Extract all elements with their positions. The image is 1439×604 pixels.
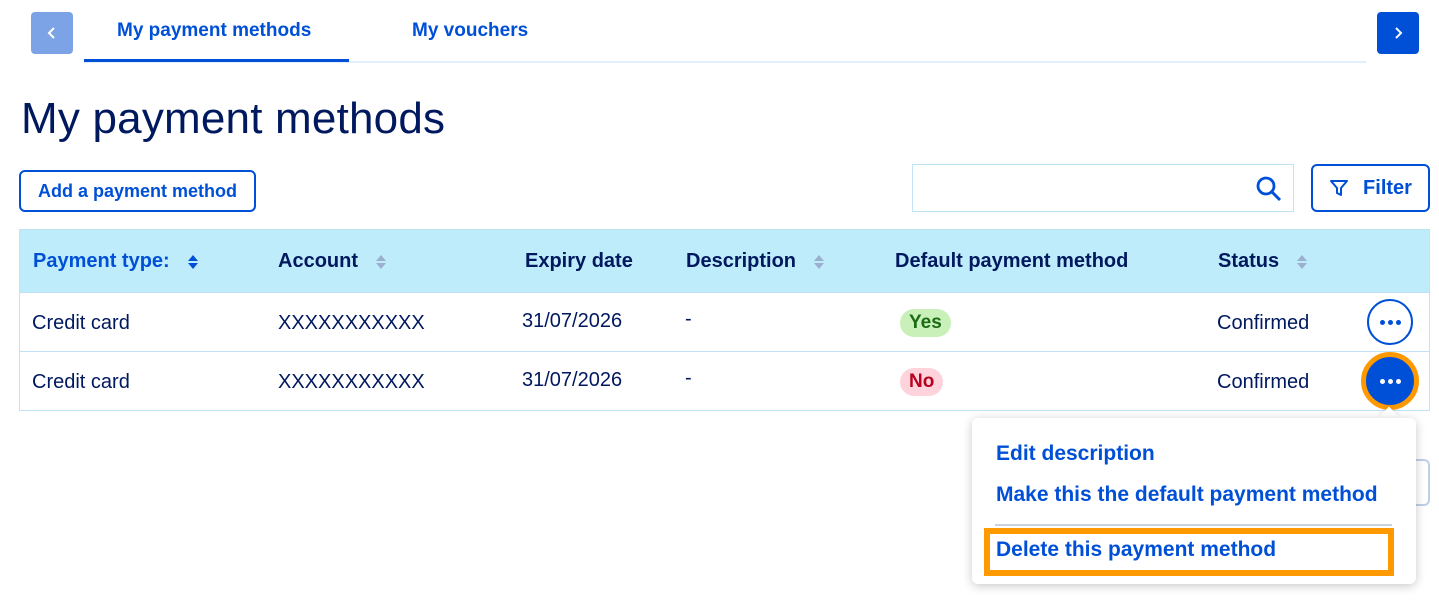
filter-icon bbox=[1330, 180, 1349, 196]
header-account-label: Account bbox=[278, 250, 358, 272]
header-account[interactable]: Account bbox=[278, 250, 386, 273]
header-status-label: Status bbox=[1218, 250, 1280, 272]
cell-description: - bbox=[685, 308, 692, 330]
search-icon[interactable] bbox=[1255, 175, 1283, 203]
cell-account: XXXXXXXXXXXX bbox=[278, 312, 425, 334]
cell-payment-type: Credit card bbox=[32, 312, 130, 334]
header-payment-type-label: Payment type: bbox=[33, 250, 170, 272]
more-icon bbox=[1379, 378, 1401, 384]
cell-status: Confirmed bbox=[1217, 312, 1310, 334]
menu-item-delete-payment-method[interactable]: Delete this payment method bbox=[996, 538, 1276, 562]
sort-icon bbox=[1297, 254, 1308, 269]
tabs-bar: My payment methods My vouchers bbox=[0, 0, 1439, 64]
sort-icon bbox=[814, 254, 825, 269]
default-badge-yes: Yes bbox=[900, 309, 951, 337]
cell-payment-type: Credit card bbox=[32, 371, 130, 393]
chevron-right-icon bbox=[1395, 27, 1403, 39]
sort-icon bbox=[187, 254, 198, 269]
header-description[interactable]: Description bbox=[686, 250, 825, 273]
row-actions-button[interactable] bbox=[1367, 299, 1413, 345]
menu-divider bbox=[995, 524, 1392, 526]
menu-item-make-default[interactable]: Make this the default payment method bbox=[996, 483, 1378, 507]
tab-my-vouchers[interactable]: My vouchers bbox=[412, 20, 528, 42]
more-icon bbox=[1379, 319, 1401, 325]
header-default-label: Default payment method bbox=[895, 250, 1129, 272]
menu-item-edit-description[interactable]: Edit description bbox=[996, 442, 1155, 466]
header-description-label: Description bbox=[686, 250, 797, 272]
search-input[interactable] bbox=[912, 164, 1294, 212]
filter-button[interactable]: Filter bbox=[1311, 164, 1430, 212]
header-expiry-label: Expiry date bbox=[525, 250, 633, 272]
pagination-edge bbox=[1414, 459, 1430, 506]
row-actions-menu: Edit description Make this the default p… bbox=[972, 418, 1416, 584]
header-expiry-date: Expiry date bbox=[525, 250, 633, 273]
cell-status: Confirmed bbox=[1217, 371, 1310, 393]
header-payment-type[interactable]: Payment type: bbox=[33, 250, 198, 273]
cell-expiry-date: 31/07/2026 bbox=[522, 310, 623, 332]
tab-my-payment-methods[interactable]: My payment methods bbox=[117, 20, 311, 42]
add-payment-method-button[interactable]: Add a payment method bbox=[19, 170, 256, 212]
header-default-payment-method: Default payment method bbox=[895, 250, 1128, 273]
default-badge-no: No bbox=[900, 368, 944, 396]
tabs-prev-button[interactable] bbox=[31, 12, 73, 54]
active-tab-indicator bbox=[84, 59, 349, 62]
table-header: Payment type: Account Expiry date Descri… bbox=[20, 230, 1429, 292]
filter-label: Filter bbox=[1363, 176, 1412, 199]
cell-description: - bbox=[685, 367, 692, 389]
header-status[interactable]: Status bbox=[1218, 250, 1308, 273]
payment-methods-table: Payment type: Account Expiry date Descri… bbox=[19, 229, 1430, 411]
chevron-left-icon bbox=[47, 27, 55, 39]
table-row: Credit card XXXXXXXXXXXX 31/07/2026 - No… bbox=[20, 351, 1429, 410]
tabs-next-button[interactable] bbox=[1377, 12, 1419, 54]
sort-icon bbox=[376, 254, 386, 269]
cell-expiry-date: 31/07/2026 bbox=[522, 369, 623, 391]
page-title: My payment methods bbox=[21, 94, 446, 143]
row-actions-button-active[interactable] bbox=[1361, 352, 1419, 410]
table-row: Credit card XXXXXXXXXXXX 31/07/2026 - Ye… bbox=[20, 292, 1429, 351]
cell-account: XXXXXXXXXXXX bbox=[278, 371, 425, 393]
